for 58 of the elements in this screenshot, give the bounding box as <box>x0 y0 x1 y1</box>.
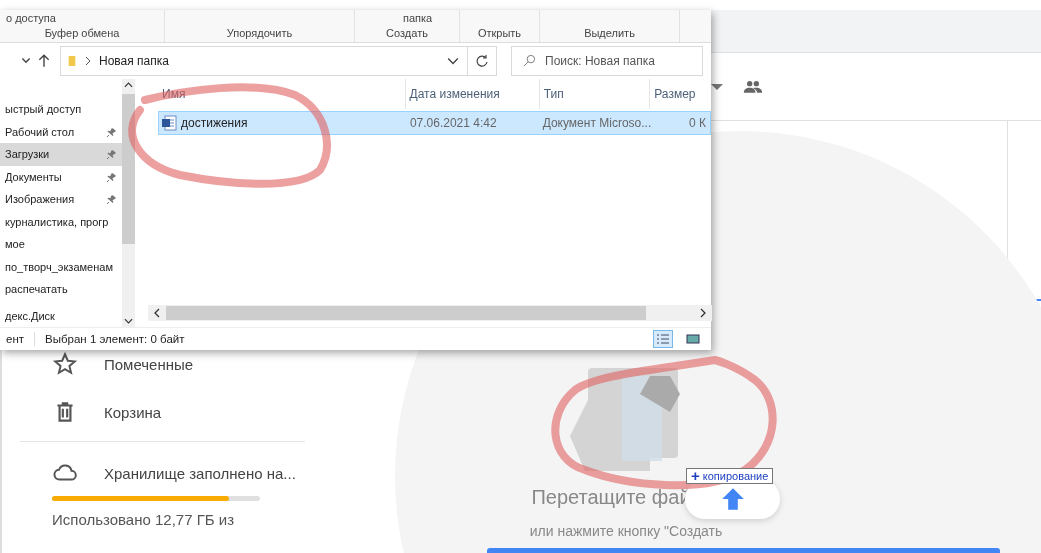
sidebar-item[interactable]: Корзина <box>52 397 305 427</box>
star-icon <box>52 351 78 377</box>
refresh-icon <box>475 54 489 68</box>
file-row[interactable]: достижения 07.06.2021 4:42 Документ Microso... 0 К <box>158 111 711 135</box>
nav-pane-item[interactable]: ыстрый доступ <box>0 98 122 121</box>
ribbon-group-label: Выделить <box>584 27 635 39</box>
pin-icon <box>106 171 116 182</box>
column-header[interactable]: Размер <box>650 79 711 109</box>
ribbon-command[interactable]: о доступа <box>0 12 56 24</box>
scrollbar[interactable] <box>122 79 135 327</box>
file-type: Документ Microso... <box>541 116 650 130</box>
search-field[interactable]: Поиск: Новая папка <box>511 46 703 76</box>
pin-icon <box>106 149 116 160</box>
pin-icon <box>106 194 116 205</box>
pin-icon <box>106 126 116 137</box>
nav-pane-item[interactable]: по_творч_экзаменам <box>0 255 122 278</box>
ribbon-group-label: Создать <box>386 27 428 39</box>
file-name: достижения <box>181 116 248 130</box>
file-size: 0 К <box>688 116 707 130</box>
chevron-down-icon[interactable] <box>124 318 133 324</box>
ribbon-group-label: Открыть <box>477 27 522 39</box>
plus-icon: + <box>691 469 700 483</box>
ribbon-command[interactable]: папка <box>355 12 433 24</box>
folder-icon <box>67 53 77 69</box>
horizontal-scrollbar[interactable] <box>148 305 712 321</box>
chevron-left-icon[interactable] <box>154 308 160 318</box>
up-arrow-icon[interactable] <box>38 54 50 68</box>
nav-pane-item[interactable]: декс.Диск <box>0 304 122 327</box>
ribbon-group-label: Буфер обмена <box>44 27 120 39</box>
status-text: ент <box>6 333 24 345</box>
column-header[interactable]: Дата изменения <box>405 79 540 109</box>
nav-pane-item[interactable]: мое <box>0 233 122 256</box>
chevron-right-icon <box>85 56 91 66</box>
search-icon <box>523 54 536 67</box>
tooltip-label: копирование <box>702 470 769 482</box>
chevron-up-icon[interactable] <box>124 82 133 88</box>
refresh-button[interactable] <box>467 46 497 76</box>
storage-item[interactable]: Хранилище заполнено на... <box>52 458 305 488</box>
sidebar-item[interactable]: Помеченные <box>52 349 305 379</box>
status-selection: Выбран 1 элемент: 0 байт <box>45 333 185 345</box>
caret-icon[interactable] <box>711 83 723 90</box>
chevron-down-icon[interactable] <box>447 55 459 67</box>
nav-pane-item[interactable]: Изображения <box>0 188 122 211</box>
column-header[interactable]: Тип <box>539 79 651 109</box>
ribbon-group-label: Упорядочить <box>226 27 293 39</box>
nav-pane-item[interactable]: Рабочий стол <box>0 120 122 143</box>
file-date: 07.06.2021 4:42 <box>408 116 498 130</box>
nav-pane-item[interactable]: курналистика, прогр <box>0 210 122 233</box>
storage-usage: Использовано 12,77 ГБ из <box>52 511 236 528</box>
nav-pane-item[interactable]: Документы <box>0 165 122 188</box>
address-bar[interactable]: Новая папка <box>60 46 468 76</box>
people-icon[interactable] <box>743 79 763 94</box>
word-document-icon <box>161 115 177 131</box>
chevron-right-icon[interactable] <box>700 308 706 318</box>
nav-pane-item[interactable]: распечатать <box>0 278 122 301</box>
drop-zone-subtitle: или нажмите кнопку "Создать <box>529 523 723 539</box>
nav-pane-item[interactable]: Загрузки <box>0 143 122 166</box>
upload-arrow-icon <box>720 487 745 511</box>
